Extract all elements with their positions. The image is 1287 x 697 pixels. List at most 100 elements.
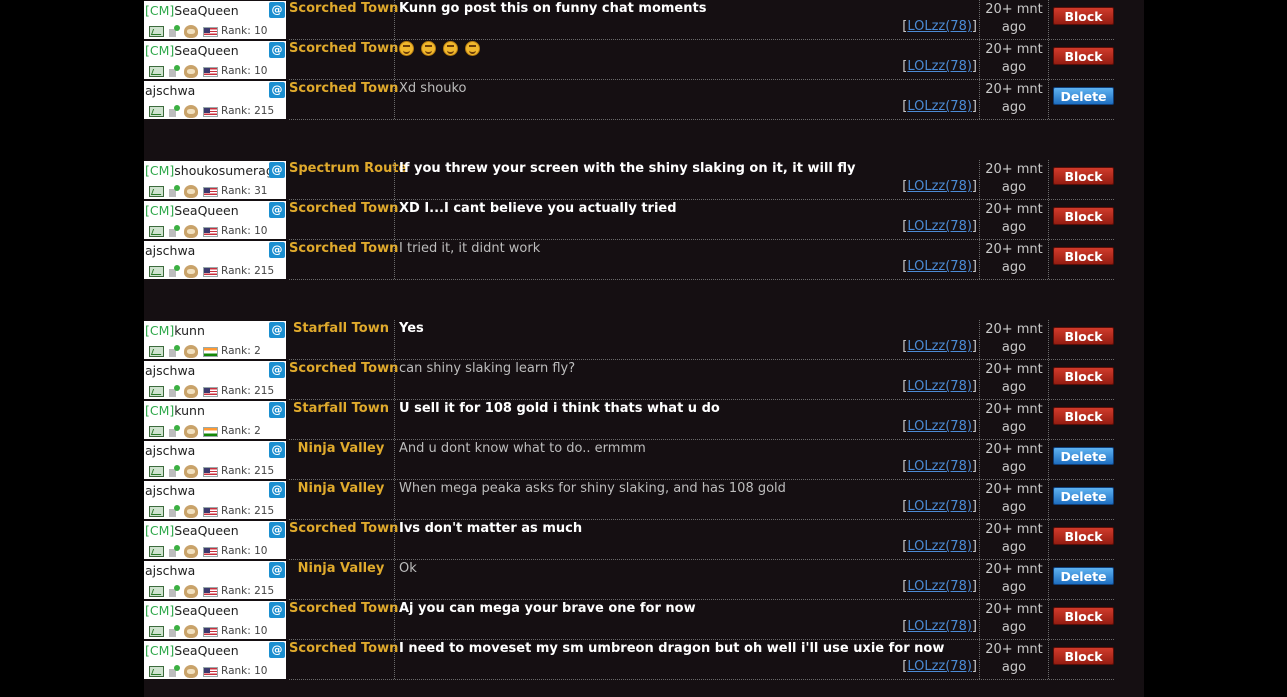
viewer-link[interactable]: LOLzz(78) [907, 419, 972, 434]
viewer-link[interactable]: LOLzz(78) [907, 539, 972, 554]
at-icon[interactable]: @ [269, 2, 285, 18]
viewer-link[interactable]: LOLzz(78) [907, 499, 972, 514]
trade-icon[interactable] [168, 385, 180, 397]
username[interactable]: [CM]SeaQueen [145, 203, 239, 218]
at-icon[interactable]: @ [269, 362, 285, 378]
mail-icon[interactable] [149, 186, 164, 197]
at-icon[interactable]: @ [269, 42, 285, 58]
mail-icon[interactable] [149, 666, 164, 677]
trade-icon[interactable] [168, 185, 180, 197]
delete-button[interactable]: Delete [1053, 87, 1114, 105]
user-card[interactable]: [CM]SeaQueen @ Rank: 10 [144, 601, 286, 639]
pokemon-face-icon[interactable] [184, 225, 198, 238]
username[interactable]: ajschwa [145, 243, 195, 258]
user-card[interactable]: [CM]kunn @ Rank: 2 [144, 401, 286, 439]
trade-icon[interactable] [168, 585, 180, 597]
pokemon-face-icon[interactable] [184, 345, 198, 358]
block-button[interactable]: Block [1053, 607, 1114, 625]
block-button[interactable]: Block [1053, 527, 1114, 545]
user-card[interactable]: [CM]SeaQueen @ Rank: 10 [144, 1, 286, 39]
pokemon-face-icon[interactable] [184, 105, 198, 118]
viewer-link[interactable]: LOLzz(78) [907, 19, 972, 34]
viewer-link[interactable]: LOLzz(78) [907, 259, 972, 274]
username[interactable]: ajschwa [145, 563, 195, 578]
at-icon[interactable]: @ [269, 242, 285, 258]
user-card[interactable]: ajschwa @ Rank: 215 [144, 481, 286, 519]
username[interactable]: ajschwa [145, 363, 195, 378]
username[interactable]: ajschwa [145, 83, 195, 98]
trade-icon[interactable] [168, 465, 180, 477]
viewer-link[interactable]: LOLzz(78) [907, 179, 972, 194]
mail-icon[interactable] [149, 266, 164, 277]
trade-icon[interactable] [168, 505, 180, 517]
block-button[interactable]: Block [1053, 7, 1114, 25]
at-icon[interactable]: @ [269, 602, 285, 618]
pokemon-face-icon[interactable] [184, 625, 198, 638]
mail-icon[interactable] [149, 546, 164, 557]
mail-icon[interactable] [149, 506, 164, 517]
user-card[interactable]: ajschwa @ Rank: 215 [144, 241, 286, 279]
pokemon-face-icon[interactable] [184, 545, 198, 558]
viewer-link[interactable]: LOLzz(78) [907, 619, 972, 634]
trade-icon[interactable] [168, 265, 180, 277]
user-card[interactable]: [CM]SeaQueen @ Rank: 10 [144, 521, 286, 559]
user-card[interactable]: ajschwa @ Rank: 215 [144, 441, 286, 479]
at-icon[interactable]: @ [269, 482, 285, 498]
at-icon[interactable]: @ [269, 162, 285, 178]
viewer-link[interactable]: LOLzz(78) [907, 659, 972, 674]
pokemon-face-icon[interactable] [184, 185, 198, 198]
block-button[interactable]: Block [1053, 367, 1114, 385]
pokemon-face-icon[interactable] [184, 265, 198, 278]
at-icon[interactable]: @ [269, 322, 285, 338]
at-icon[interactable]: @ [269, 202, 285, 218]
pokemon-face-icon[interactable] [184, 465, 198, 478]
pokemon-face-icon[interactable] [184, 385, 198, 398]
mail-icon[interactable] [149, 466, 164, 477]
username[interactable]: [CM]SeaQueen [145, 3, 239, 18]
trade-icon[interactable] [168, 65, 180, 77]
username[interactable]: ajschwa [145, 483, 195, 498]
at-icon[interactable]: @ [269, 642, 285, 658]
pokemon-face-icon[interactable] [184, 585, 198, 598]
viewer-link[interactable]: LOLzz(78) [907, 219, 972, 234]
trade-icon[interactable] [168, 25, 180, 37]
trade-icon[interactable] [168, 545, 180, 557]
at-icon[interactable]: @ [269, 402, 285, 418]
user-card[interactable]: [CM]SeaQueen @ Rank: 10 [144, 201, 286, 239]
username[interactable]: ajschwa [145, 443, 195, 458]
pokemon-face-icon[interactable] [184, 665, 198, 678]
username[interactable]: [CM]SeaQueen [145, 43, 239, 58]
at-icon[interactable]: @ [269, 442, 285, 458]
block-button[interactable]: Block [1053, 167, 1114, 185]
at-icon[interactable]: @ [269, 522, 285, 538]
username[interactable]: [CM]shoukosumeragi [145, 163, 277, 178]
username[interactable]: [CM]kunn [145, 323, 205, 338]
pokemon-face-icon[interactable] [184, 65, 198, 78]
user-card[interactable]: ajschwa @ Rank: 215 [144, 561, 286, 599]
pokemon-face-icon[interactable] [184, 25, 198, 38]
block-button[interactable]: Block [1053, 207, 1114, 225]
trade-icon[interactable] [168, 625, 180, 637]
viewer-link[interactable]: LOLzz(78) [907, 379, 972, 394]
block-button[interactable]: Block [1053, 647, 1114, 665]
pokemon-face-icon[interactable] [184, 425, 198, 438]
block-button[interactable]: Block [1053, 327, 1114, 345]
mail-icon[interactable] [149, 426, 164, 437]
trade-icon[interactable] [168, 345, 180, 357]
mail-icon[interactable] [149, 346, 164, 357]
viewer-link[interactable]: LOLzz(78) [907, 579, 972, 594]
trade-icon[interactable] [168, 225, 180, 237]
trade-icon[interactable] [168, 665, 180, 677]
user-card[interactable]: [CM]SeaQueen @ Rank: 10 [144, 641, 286, 679]
delete-button[interactable]: Delete [1053, 487, 1114, 505]
mail-icon[interactable] [149, 66, 164, 77]
delete-button[interactable]: Delete [1053, 447, 1114, 465]
username[interactable]: [CM]SeaQueen [145, 643, 239, 658]
mail-icon[interactable] [149, 626, 164, 637]
user-card[interactable]: [CM]kunn @ Rank: 2 [144, 321, 286, 359]
mail-icon[interactable] [149, 586, 164, 597]
user-card[interactable]: [CM]shoukosumeragi @ Rank: 31 [144, 161, 286, 199]
viewer-link[interactable]: LOLzz(78) [907, 59, 972, 74]
block-button[interactable]: Block [1053, 407, 1114, 425]
mail-icon[interactable] [149, 26, 164, 37]
